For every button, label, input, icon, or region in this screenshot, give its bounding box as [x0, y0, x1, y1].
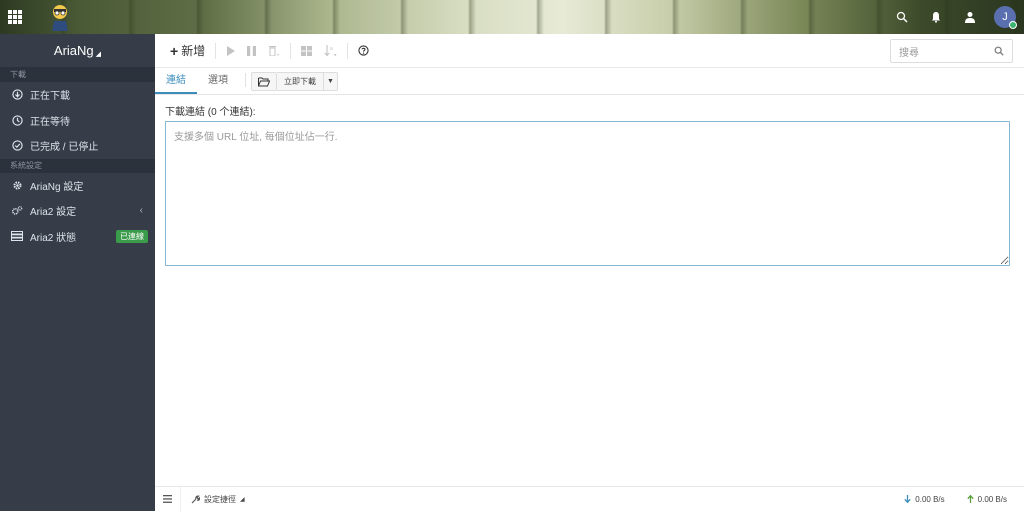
download-now-button[interactable]: 立即下載 ▼ — [277, 72, 338, 91]
toolbar-divider — [290, 42, 292, 59]
upload-speed[interactable]: 0.00 B/s — [966, 494, 1007, 504]
sort-icon: a — [324, 44, 337, 56]
gears-icon — [11, 205, 23, 217]
brand-label: AriaNg — [53, 43, 94, 58]
delete-button[interactable] — [262, 41, 286, 61]
download-speed-value: 0.00 B/s — [915, 494, 945, 504]
section-header-download: 下載 — [0, 68, 155, 82]
caret-down-icon[interactable]: ▼ — [323, 72, 337, 91]
tab-options[interactable]: 選項 — [197, 67, 239, 94]
chevron-left-icon[interactable]: ‹ — [140, 205, 143, 216]
shortcut-label: 設定捷徑 — [204, 494, 236, 504]
sidebar-item-ariang-settings[interactable]: AriaNg 設定 — [0, 173, 155, 199]
download-speed[interactable]: 0.00 B/s — [904, 494, 945, 504]
avatar-initial: J — [1002, 11, 1008, 23]
sidebar-item-label: 已完成 / 已停止 — [30, 142, 99, 154]
bars-icon — [163, 495, 172, 503]
th-large-icon — [301, 45, 313, 56]
start-button[interactable] — [220, 41, 241, 61]
wrench-icon — [191, 494, 200, 503]
online-status-dot — [1009, 21, 1017, 29]
status-footer: 設定捷徑 ◢ 0.00 B/s 0.00 B/s — [155, 486, 1024, 512]
sidebar-item-label: 正在下載 — [30, 91, 70, 103]
arrow-circle-down-icon — [11, 89, 23, 101]
help-button[interactable] — [352, 41, 375, 61]
plus-icon: + — [170, 42, 179, 59]
sidebar-item-label: Aria2 設定 — [30, 207, 77, 219]
url-input-textarea[interactable] — [165, 121, 1010, 266]
select-all-button[interactable] — [295, 41, 318, 61]
arrow-up-icon — [966, 495, 974, 503]
sidebar-item-aria2-status[interactable]: Aria2 狀態 已連線 — [0, 224, 155, 250]
caret-icon: ◢ — [240, 496, 245, 503]
user-avatar[interactable]: J — [994, 6, 1017, 29]
new-task-label: 新增 — [181, 44, 206, 58]
main-panel: + 新增 a 搜尋 連結 選項 立即下載 ▼ 下載連結 (0 个連結): 支援多… — [155, 34, 1024, 512]
sidebar-item-waiting[interactable]: 正在等待 — [0, 108, 155, 134]
search-icon[interactable] — [892, 7, 912, 27]
arrow-down-icon — [904, 495, 911, 503]
open-file-button[interactable] — [251, 72, 277, 91]
bell-icon[interactable] — [926, 7, 946, 27]
trash-icon — [269, 46, 280, 56]
users-icon[interactable] — [960, 7, 980, 27]
top-banner: J — [0, 0, 1024, 34]
toolbar-divider — [215, 42, 217, 59]
menu-toggle-button[interactable] — [155, 486, 181, 512]
apps-grid-icon[interactable] — [8, 10, 22, 24]
sidebar-item-stopped[interactable]: 已完成 / 已停止 — [0, 133, 155, 159]
shortcut-settings-link[interactable]: 設定捷徑 ◢ — [181, 494, 245, 505]
section-header-settings: 系統設定 — [0, 158, 155, 173]
new-task-button[interactable]: + 新增 — [164, 41, 211, 61]
question-circle-icon — [358, 45, 369, 56]
tab-links[interactable]: 連結 — [155, 67, 197, 94]
download-now-label: 立即下載 — [284, 77, 316, 86]
download-links-label: 下載連結 (0 个連結): — [165, 107, 256, 118]
sidebar-item-label: Aria2 狀態 — [30, 232, 77, 244]
brand-title[interactable]: AriaNg ◢ — [0, 34, 155, 68]
svg-text:a: a — [330, 46, 333, 52]
connection-status-badge: 已連線 — [116, 229, 148, 243]
caret-icon: ◢ — [95, 50, 102, 58]
mascot-logo-icon[interactable] — [50, 3, 70, 31]
sort-button[interactable]: a — [318, 41, 343, 61]
speed-indicators: 0.00 B/s 0.00 B/s — [904, 495, 1007, 504]
pause-icon — [247, 45, 257, 56]
sidebar: AriaNg ◢ 下載 正在下載 正在等待 已完成 / 已停止 系統設定 Aria… — [0, 34, 155, 511]
search-input[interactable]: 搜尋 — [890, 39, 1013, 63]
check-circle-icon — [11, 140, 23, 152]
gear-icon — [11, 179, 23, 191]
play-icon — [227, 45, 236, 56]
pause-button[interactable] — [241, 41, 262, 61]
server-icon — [11, 230, 23, 242]
clock-icon — [11, 114, 23, 126]
sidebar-item-label: 正在等待 — [30, 116, 70, 128]
upload-speed-value: 0.00 B/s — [977, 494, 1007, 504]
sidebar-item-downloading[interactable]: 正在下載 — [0, 82, 155, 108]
toolbar: + 新增 a 搜尋 — [155, 34, 1024, 68]
toolbar-divider — [347, 42, 349, 59]
new-task-tabs: 連結 選項 立即下載 ▼ — [155, 68, 1024, 95]
folder-open-icon — [258, 77, 270, 86]
forest-background — [0, 0, 1024, 34]
sidebar-item-label: AriaNg 設定 — [30, 181, 84, 193]
search-placeholder: 搜尋 — [899, 47, 919, 59]
tab-divider — [245, 73, 246, 87]
search-icon — [994, 46, 1004, 56]
sidebar-item-aria2-settings[interactable]: Aria2 設定 ‹ — [0, 198, 155, 224]
